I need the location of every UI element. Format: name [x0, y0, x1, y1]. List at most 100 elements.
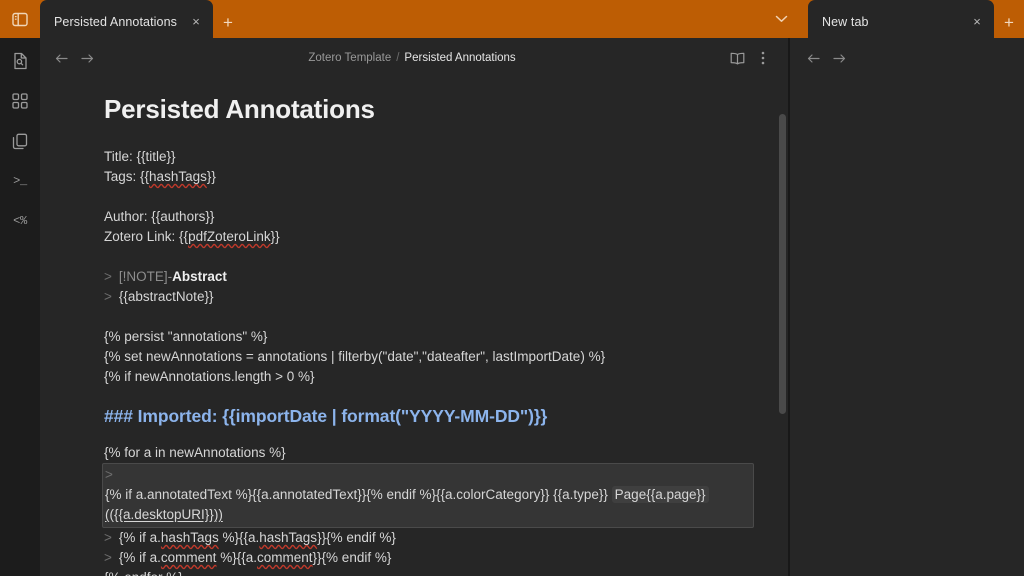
file-search-icon[interactable] — [7, 48, 33, 74]
left-pane-tab-group: Persisted Annotations × + — [40, 0, 243, 38]
document-tail-blocks: > {% if a.hashTags %}{{a.hashTags}}{% end… — [104, 528, 754, 576]
inline-code: Page{{a.page}} — [611, 486, 709, 503]
more-options-icon[interactable] — [752, 47, 774, 69]
text-run: {% persist "annotations" %} — [104, 329, 268, 344]
text-run: Zotero Link: {{ — [104, 229, 189, 244]
tab-label: Persisted Annotations — [54, 14, 178, 29]
misspelled-word: comment — [160, 550, 217, 565]
text-run: {% if a.annotatedText %}{{a.annotatedTex… — [105, 487, 612, 502]
breadcrumb-parent[interactable]: Zotero Template — [308, 52, 391, 64]
tab-new-tab[interactable]: New tab × — [808, 0, 994, 38]
text-run: }}{% endif %} — [317, 530, 396, 545]
text-run: }} — [270, 229, 280, 244]
external-link: (({{a.desktopURI}})) — [105, 507, 223, 522]
text-run — [709, 487, 713, 502]
grid-apps-icon[interactable] — [7, 88, 33, 114]
callout-line: > [!NOTE]- Abstract — [104, 267, 754, 287]
heading-imported: ### Imported: {{importDate | format("YYY… — [104, 406, 548, 426]
tab-list-chevron-down-icon[interactable] — [764, 0, 798, 38]
editor-pane: Zotero Template / Persisted Annotations — [40, 38, 788, 576]
document-blocks: Title: {{title}} Tags: {{hashTags}} Author… — [104, 147, 754, 387]
text-run: }}{% endif %} — [312, 550, 392, 565]
templater-icon[interactable]: <% — [7, 208, 33, 234]
arrow-right-icon — [832, 53, 845, 63]
text-run: {% if a. — [118, 530, 161, 545]
text-run: Author: {{authors}} — [104, 209, 215, 224]
right-pane-header — [790, 44, 1024, 72]
text-line: {% persist "annotations" %} — [104, 327, 754, 347]
for-loop-line: {% for a in newAnnotations %} — [104, 445, 286, 460]
markdown-editor[interactable]: Persisted Annotations Title: {{title}} Ta… — [40, 72, 788, 576]
pane-header: Zotero Template / Persisted Annotations — [40, 44, 788, 72]
text-run: {% set newAnnotations = annotations | fi… — [104, 349, 606, 364]
quote-text: {{abstractNote}} — [118, 289, 214, 304]
misspelled-word: pdfZoteroLink — [188, 229, 271, 244]
misspelled-word: hashTags — [160, 530, 219, 545]
selected-block-text: {% if a.annotatedText %}{{a.annotatedTex… — [105, 485, 749, 525]
page-title: Persisted Annotations — [104, 94, 375, 124]
right-pane-tab-group: New tab × + — [808, 0, 1024, 38]
arrow-right-icon — [80, 53, 93, 63]
new-tab-button[interactable]: + — [213, 6, 243, 38]
chevron-down-icon — [775, 15, 787, 22]
book-open-glyph — [730, 52, 744, 64]
tab-close-icon[interactable]: × — [968, 13, 986, 31]
right-nav-back-button[interactable] — [802, 47, 824, 69]
tab-persisted-annotations[interactable]: Persisted Annotations × — [40, 0, 214, 38]
sidebar-toggle-button[interactable] — [0, 0, 40, 38]
tab-bar: Persisted Annotations × + New tab × + — [0, 0, 1024, 38]
quote-marker: > — [105, 467, 113, 482]
tab-label: New tab — [822, 14, 869, 29]
arrow-left-icon — [55, 53, 68, 63]
reading-view-icon[interactable] — [726, 47, 748, 69]
text-run: Tags: {{ — [104, 169, 150, 184]
terminal-icon[interactable]: >_ — [7, 168, 33, 194]
text-run: %} — [163, 570, 183, 576]
misspelled-word: hashTags — [149, 169, 207, 184]
pane-gap — [798, 0, 808, 38]
text-run: %}{{a. — [218, 530, 260, 545]
misspelled-word: hashTags — [259, 530, 318, 545]
text-run: Title: {{title}} — [104, 149, 176, 164]
quote-marker: > — [104, 289, 112, 304]
text-line: Zotero Link: {{pdfZoteroLink}} — [104, 227, 754, 247]
tab-close-icon[interactable]: × — [187, 13, 205, 31]
copy-files-icon[interactable] — [7, 128, 33, 154]
quote-marker: > — [104, 269, 112, 284]
text-line: Title: {{title}} — [104, 147, 754, 167]
quote-marker: > — [104, 530, 112, 545]
quote-marker: > — [104, 550, 112, 565]
pane-header-actions — [726, 47, 774, 69]
callout-type: [!NOTE]- — [118, 269, 173, 284]
editor-scrollbar[interactable] — [779, 114, 786, 414]
new-tab-button-right[interactable]: + — [994, 6, 1024, 38]
text-line: {% set newAnnotations = annotations | fi… — [104, 347, 754, 367]
sidebar-toggle-icon — [12, 12, 28, 26]
right-pane — [790, 38, 1024, 576]
left-ribbon: >_ <% — [0, 38, 40, 576]
arrow-left-icon — [807, 53, 820, 63]
selected-block[interactable]: > {% if a.annotatedText %}{{a.annotatedT… — [102, 463, 754, 528]
text-run: {% if newAnnotations.length > 0 %} — [104, 369, 315, 384]
quote-line: > {% if a.comment %}{{a.comment}}{% endif… — [104, 548, 754, 568]
quote-text: {% if a.hashTags %}{{a.hashTags}}{% endi… — [119, 528, 396, 548]
tab-bar-spacer — [243, 0, 764, 38]
file-search-glyph — [13, 52, 27, 70]
right-pane-content[interactable] — [790, 72, 1024, 576]
selected-quote-line: > {% if a.annotatedText %}{{a.annotatedT… — [105, 465, 749, 525]
quote-text: {% if a.comment %}{{a.comment}}{% endif … — [119, 548, 391, 568]
nav-forward-button[interactable] — [76, 47, 98, 69]
quote-line: > {{abstractNote}} — [104, 287, 754, 307]
breadcrumb-current[interactable]: Persisted Annotations — [404, 52, 515, 64]
misspelled-word: comment — [257, 550, 313, 565]
right-nav-forward-button[interactable] — [828, 47, 850, 69]
nav-back-button[interactable] — [50, 47, 72, 69]
text-line: {% endfor %} — [104, 568, 754, 576]
text-run: {% — [104, 570, 124, 576]
misspelled-word: endfor — [124, 570, 162, 576]
text-run: %}{{a. — [216, 550, 257, 565]
text-run: }} — [206, 169, 216, 184]
breadcrumb[interactable]: Zotero Template / Persisted Annotations — [102, 52, 722, 64]
